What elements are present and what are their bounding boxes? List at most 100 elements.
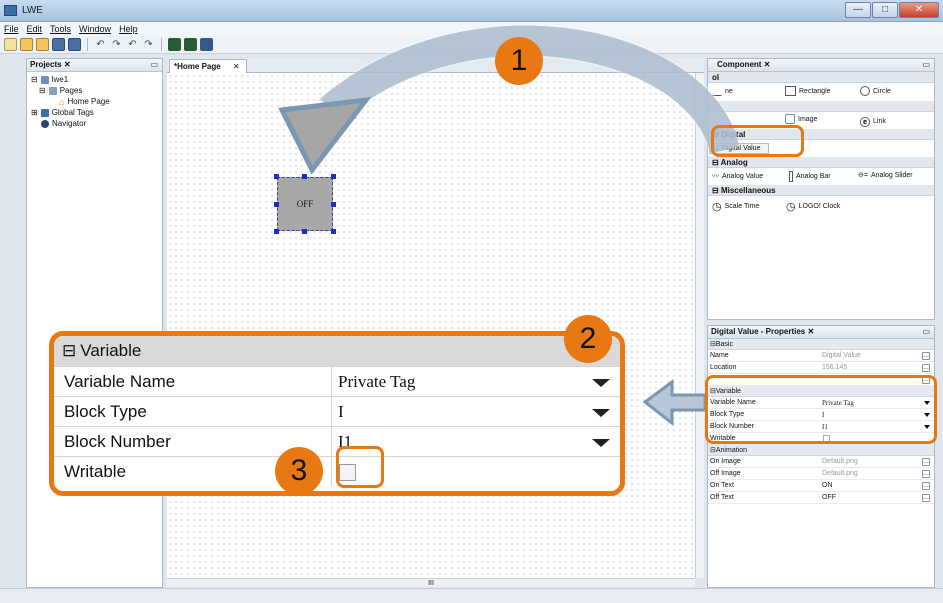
digital-value-highlight: [711, 125, 804, 157]
tree-item-home-page[interactable]: ⌂ Home Page: [59, 97, 110, 107]
horizontal-scrollbar[interactable]: III: [167, 578, 695, 587]
tab-label: *Home Page: [174, 62, 221, 71]
component-line[interactable]: ne: [712, 86, 733, 96]
tree-label: Global Tags: [51, 108, 94, 117]
component-title: Component: [717, 60, 762, 69]
edit-button[interactable]: …: [922, 364, 930, 372]
zoom-section-header: ⊟ Variable: [54, 336, 620, 366]
edit-button[interactable]: …: [922, 458, 930, 466]
settings-icon[interactable]: [200, 38, 213, 51]
page-canvas[interactable]: [167, 73, 695, 578]
dropdown-arrow-icon: [592, 439, 610, 447]
save-icon[interactable]: [52, 38, 65, 51]
dropdown-arrow-icon: [592, 409, 610, 417]
component-link[interactable]: ⓔ Link: [860, 114, 886, 129]
zoom-row-block-type: Block Type I: [54, 396, 620, 426]
component-rectangle[interactable]: Rectangle: [785, 86, 831, 96]
analog-bar-icon: [789, 171, 793, 182]
tree-item-pages[interactable]: ⊟ Pages: [39, 86, 82, 96]
undo-more-icon[interactable]: ↶: [126, 38, 139, 51]
component-logo-clock[interactable]: ◷ LOGO! Clock: [786, 200, 840, 213]
app-icon: [4, 5, 17, 16]
edit-button[interactable]: …: [922, 482, 930, 490]
collapse-icon[interactable]: ⊟: [712, 186, 719, 195]
prop-row-off-text[interactable]: Off Text OFF …: [708, 492, 934, 504]
redo-more-icon[interactable]: ↷: [142, 38, 155, 51]
prop-section-animation[interactable]: ⊟Animation: [708, 445, 934, 456]
tab-home-page[interactable]: *Home Page ✕: [169, 59, 247, 73]
title-bar: LWE — □ ✕: [0, 0, 943, 22]
menu-tools[interactable]: Tools: [50, 22, 71, 36]
prop-row-location[interactable]: Location 156,145 …: [708, 362, 934, 374]
undo-icon[interactable]: ↶: [94, 38, 107, 51]
edit-button[interactable]: …: [922, 494, 930, 502]
resize-handle[interactable]: [274, 229, 279, 234]
component-analog-bar[interactable]: Analog Bar: [789, 171, 831, 182]
component-scale-time[interactable]: ◷ Scale Time: [712, 200, 759, 213]
redo-icon[interactable]: ↷: [110, 38, 123, 51]
collapse-icon[interactable]: ⊟: [712, 158, 719, 167]
zoom-row-variable-name: Variable Name Private Tag: [54, 366, 620, 396]
step-badge-2: 2: [564, 315, 612, 363]
component-image[interactable]: Image: [785, 114, 817, 124]
component-analog-slider[interactable]: ⊖= Analog Slider: [858, 171, 913, 180]
minimize-button[interactable]: —: [845, 2, 871, 18]
resize-handle[interactable]: [302, 229, 307, 234]
edit-button[interactable]: …: [922, 470, 930, 478]
open-folder-icon[interactable]: [20, 38, 33, 51]
section-miscellaneous[interactable]: ⊟ Miscellaneous: [708, 185, 934, 196]
editor-tab-strip: *Home Page ✕: [167, 58, 704, 73]
analog-slider-icon: ⊖=: [858, 172, 868, 179]
prop-row-off-image[interactable]: Off Image Default.png …: [708, 468, 934, 480]
resize-handle[interactable]: [302, 174, 307, 179]
menu-help[interactable]: Help: [119, 22, 138, 36]
menu-edit[interactable]: Edit: [27, 22, 43, 36]
tree-label: Pages: [59, 86, 83, 95]
toolbar-separator: [161, 38, 162, 51]
section-basic[interactable]: ol: [708, 72, 934, 83]
minimize-panel-icon[interactable]: ▭: [922, 326, 930, 338]
prop-row-name[interactable]: Name Digital Value …: [708, 350, 934, 362]
resize-handle[interactable]: [331, 174, 336, 179]
download-icon[interactable]: [184, 38, 197, 51]
prop-section-basic[interactable]: ⊟Basic: [708, 339, 934, 350]
save-all-icon[interactable]: [68, 38, 81, 51]
resize-handle[interactable]: [274, 202, 279, 207]
projects-panel-header: Projects ✕ ▭: [27, 59, 162, 72]
section-analog[interactable]: ⊟ Analog: [708, 157, 934, 168]
prop-row-on-image[interactable]: On Image Default.png …: [708, 456, 934, 468]
pages-icon: [48, 87, 57, 95]
window-title: LWE: [22, 5, 43, 16]
circle-icon: [860, 86, 870, 96]
expand-icon[interactable]: ⊞: [31, 108, 38, 118]
component-analog-value[interactable]: 〰 Analog Value: [712, 171, 763, 181]
component-circle[interactable]: Circle: [860, 86, 891, 96]
menu-file[interactable]: File: [4, 22, 19, 36]
minimize-panel-icon[interactable]: ▭: [150, 59, 158, 71]
tree-item-navigator[interactable]: Navigator: [41, 119, 86, 129]
new-icon[interactable]: [4, 38, 17, 51]
digital-value-widget[interactable]: OFF: [277, 177, 333, 231]
prop-row-on-text[interactable]: On Text ON …: [708, 480, 934, 492]
tree-item-project[interactable]: ⊟ lwe1: [31, 75, 68, 85]
resize-handle[interactable]: [331, 229, 336, 234]
projects-title: Projects: [30, 60, 62, 69]
tree-item-global-tags[interactable]: ⊞ Global Tags: [31, 108, 94, 118]
maximize-button[interactable]: □: [872, 2, 898, 18]
dropdown-arrow-icon: [592, 379, 610, 387]
section-basic-2: [708, 101, 934, 112]
close-tab-icon[interactable]: ✕: [233, 62, 240, 71]
resize-handle[interactable]: [274, 174, 279, 179]
link-icon: ⓔ: [860, 118, 870, 129]
build-icon[interactable]: [168, 38, 181, 51]
edit-button[interactable]: …: [922, 352, 930, 360]
resize-handle[interactable]: [331, 202, 336, 207]
close-button[interactable]: ✕: [899, 2, 939, 18]
collapse-icon[interactable]: ⊟: [39, 86, 46, 96]
status-bar: [0, 588, 943, 603]
open-icon[interactable]: [36, 38, 49, 51]
minimize-panel-icon[interactable]: ▭: [922, 59, 930, 71]
menu-window[interactable]: Window: [79, 22, 111, 36]
vertical-scrollbar[interactable]: [695, 73, 704, 578]
collapse-icon[interactable]: ⊟: [31, 75, 38, 85]
